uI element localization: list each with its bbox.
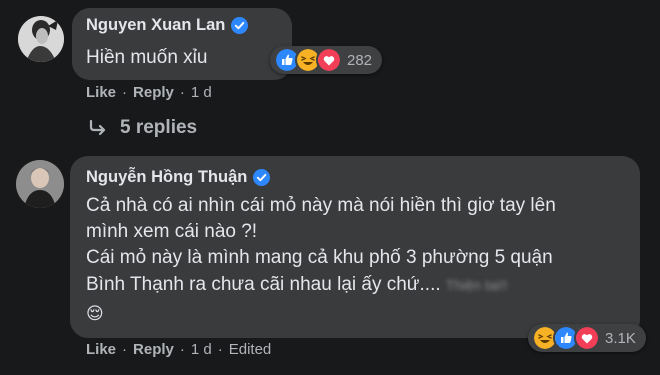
view-replies-link[interactable]: 5 replies: [88, 117, 197, 139]
avatar-image: [18, 16, 64, 62]
separator-dot: ·: [122, 84, 128, 101]
separator-dot: ·: [122, 341, 128, 358]
separator-dot: ·: [217, 341, 223, 358]
love-reaction-icon: [316, 47, 342, 73]
comment-author[interactable]: Nguyễn Hồng Thuận: [86, 168, 271, 187]
comment-text-line: mình xem cái nào ?!: [86, 221, 258, 242]
comment-author[interactable]: Nguyen Xuan Lan: [86, 16, 249, 35]
avatar[interactable]: [18, 16, 64, 62]
avatar-image: [16, 160, 64, 208]
verified-badge-icon: [231, 17, 249, 34]
comment-text-line: Bình Thạnh ra chưa cãi nhau lại ấy chứ..…: [86, 271, 507, 300]
separator-dot: ·: [179, 341, 185, 358]
author-name[interactable]: Nguyễn Hồng Thuận: [86, 168, 247, 187]
comment-actions: Like · Reply · 1 d: [86, 84, 212, 101]
reply-arrow-icon: [89, 119, 106, 136]
reply-link[interactable]: Reply: [133, 84, 174, 101]
emoji-relieved: 😌: [86, 304, 104, 323]
love-reaction-icon: [574, 325, 600, 351]
reaction-summary[interactable]: 3.1K: [528, 324, 646, 352]
verified-badge-icon: [253, 169, 271, 186]
timestamp[interactable]: 1 d: [191, 84, 212, 101]
timestamp[interactable]: 1 d: [191, 341, 212, 358]
edited-label[interactable]: Edited: [229, 341, 272, 358]
comment-text: Hiền muốn xỉu: [86, 47, 208, 68]
comment-text-line: Cả nhà có ai nhìn cái mỏ này mà nói hiền…: [86, 195, 556, 216]
reaction-summary[interactable]: 282: [270, 46, 383, 74]
author-name[interactable]: Nguyen Xuan Lan: [86, 16, 225, 35]
reaction-count: 282: [347, 51, 373, 69]
reaction-count: 3.1K: [605, 329, 636, 347]
like-link[interactable]: Like: [86, 84, 116, 101]
reply-link[interactable]: Reply: [133, 341, 174, 358]
like-link[interactable]: Like: [86, 341, 116, 358]
comment-text-line: Cái mỏ này là mình mang cả khu phố 3 phư…: [86, 247, 553, 268]
blurred-tag: Thiện tai!!: [445, 277, 508, 293]
comment-actions: Like · Reply · 1 d · Edited: [86, 341, 271, 358]
avatar[interactable]: [16, 160, 64, 208]
comment-text-segment: Bình Thạnh ra chưa cãi nhau lại ấy chứ..…: [86, 274, 441, 295]
separator-dot: ·: [179, 84, 185, 101]
replies-label[interactable]: 5 replies: [120, 117, 197, 139]
